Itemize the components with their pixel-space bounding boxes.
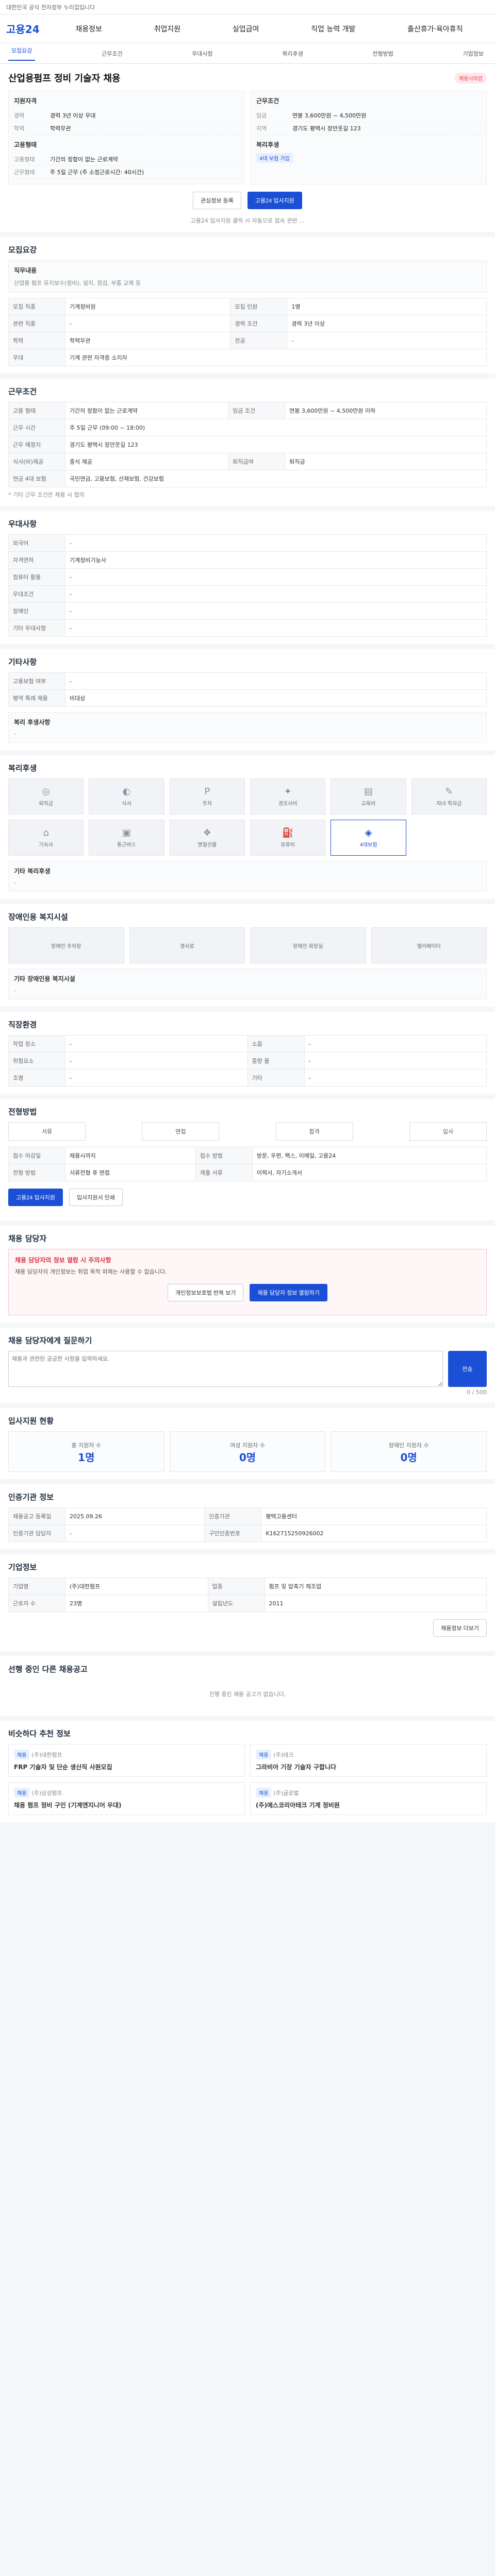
apply-button[interactable]: 고용24 입사지원 bbox=[8, 1189, 63, 1206]
facility-tile: 장애인 주차장 bbox=[8, 927, 124, 963]
manager-section: 채용 담당자 채용 담당자의 정보 열람 시 주의사항 채용 담당자의 개인정보… bbox=[0, 1226, 495, 1323]
save-interest-button[interactable]: 관심정보 등록 bbox=[193, 192, 241, 209]
recruit-table: 모집 직종 기계정비원 모집 인원 1명 관련 직종 - 경력 조건 경력 3년 이상 … bbox=[8, 298, 487, 366]
top-banner: 대한민국 공식 전자정부 누리집입니다 bbox=[0, 0, 495, 14]
meal-icon: ◐ bbox=[122, 786, 131, 797]
recommend-card[interactable]: 채용 (주)테크 그라비아 기장 기술자 구합니다 bbox=[250, 1744, 487, 1777]
facility-tile: 장애인 화장실 bbox=[250, 927, 366, 963]
welfare-tag: 4대 보험 가입 bbox=[256, 153, 293, 163]
work-section: 근무조건 고용 형태 기간의 정함이 없는 근로계약 임금 조건 연봉 3,600만원… bbox=[0, 379, 495, 506]
welfare-tile: ⌂ 기숙사 bbox=[8, 820, 84, 856]
nav-item[interactable]: 채용정보 bbox=[71, 24, 106, 34]
disabled-facility-section: 장애인용 복지시설 장애인 주차장 경사로 장애인 화장실 엘리베이터 기타 장… bbox=[0, 904, 495, 1007]
status-badge: 채용시마감 bbox=[455, 72, 487, 83]
prefer-section: 우대사항 외국어 - 자격면허 기계정비기능사 컴퓨터 활용 - 우대조건 - 장애인 -… bbox=[0, 511, 495, 644]
site-header: 고용24 채용정보 취업지원 실업급여 직업 능력 개발 출산휴가·육아휴직 bbox=[0, 14, 495, 43]
recommend-section: 비슷하다 추천 정보 채용 (주)대한펌프 FRP 기술자 및 단순 생산직 사원… bbox=[0, 1721, 495, 1822]
condition-card: 근무조건 임금 연봉 3,600만원 ~ 4,500만원 지역 경기도 평택시 장안… bbox=[251, 91, 487, 184]
stat-card: 총 지원자 수 1명 bbox=[8, 1431, 164, 1472]
welfare-tile: ▣ 통근버스 bbox=[89, 820, 164, 856]
other-jobs-section: 선행 중인 다른 채용공고 진행 중인 채용 공고가 없습니다. bbox=[0, 1656, 495, 1716]
tab-welfare[interactable]: 복리후생 bbox=[279, 49, 306, 58]
nav-item[interactable]: 출산휴가·육아휴직 bbox=[403, 24, 467, 34]
privacy-law-button[interactable]: 개인정보보호법 반복 보기 bbox=[168, 1284, 244, 1301]
welfare-tile: ▤ 교육비 bbox=[331, 778, 406, 815]
job-title: 산업용펌프 정비 기술자 채용 bbox=[8, 73, 121, 84]
coin-icon: ◎ bbox=[42, 786, 51, 797]
welfare-tile: ◐ 식사 bbox=[89, 778, 164, 815]
apply-button[interactable]: 고용24 입사지원 bbox=[247, 192, 302, 209]
recommend-card[interactable]: 채용 (주)삼성펌프 채용 펌프 정비 구인 (기계엔지니어 우대) bbox=[8, 1782, 245, 1815]
tab-company[interactable]: 기업정보 bbox=[459, 49, 486, 58]
tab-process[interactable]: 전형방법 bbox=[369, 49, 396, 58]
privacy-alert: 채용 담당자의 정보 열람 시 주의사항 채용 담당자의 개인정보는 취업 목적… bbox=[8, 1249, 487, 1315]
facility-tile: 경사로 bbox=[129, 927, 245, 963]
question-section: 채용 담당자에게 질문하기 전송 0 / 500 bbox=[0, 1328, 495, 1403]
tab-recruit[interactable]: 모집요강 bbox=[8, 46, 36, 61]
process-steps: 서류 면접 합격 입사 bbox=[8, 1122, 487, 1141]
welfare-tile: ⛽ 유류비 bbox=[250, 820, 326, 856]
nav-item[interactable]: 실업급여 bbox=[228, 24, 263, 34]
gift-icon: ✦ bbox=[284, 786, 292, 797]
etc-section: 기타사항 고용보험 여부 - 병역 특례 채용 비대상 복리 후생사항 - bbox=[0, 649, 495, 750]
present-icon: ❖ bbox=[203, 827, 211, 838]
view-manager-button[interactable]: 채용 담당자 정보 열람하기 bbox=[250, 1284, 327, 1301]
house-icon: ⌂ bbox=[43, 827, 49, 838]
welfare-section: 복리후생 ◎ 퇴직금 ◐ 식사 P 주차 ✦ 경조사비 ▤ 교육비 ✎ 자녀 학자금 ⌂ 기숙… bbox=[0, 755, 495, 899]
parking-icon: P bbox=[204, 786, 210, 797]
process-step: 입사 bbox=[409, 1122, 487, 1141]
recommend-card[interactable]: 채용 (주)대한펌프 FRP 기술자 및 단순 생산직 사원모집 bbox=[8, 1744, 245, 1777]
more-jobs-button[interactable]: 채용정보 더보기 bbox=[433, 1619, 487, 1637]
welfare-tile: ✎ 자녀 학자금 bbox=[411, 778, 487, 815]
applicant-stats-section: 입사지원 현황 총 지원자 수 1명 여성 지원자 수 0명 장애인 지원자 수 0명 bbox=[0, 1408, 495, 1479]
job-summary: 산업용펌프 정비 기술자 채용 채용시마감 지원자격 경력 경력 3년 이상 우대… bbox=[0, 64, 495, 232]
workplace-section: 직장환경 작업 장소 - 소음 - 위험요소 - 중량 물- 조명 - 기타 - bbox=[0, 1012, 495, 1094]
bus-icon: ▣ bbox=[122, 827, 131, 838]
print-button[interactable]: 입사지원서 인쇄 bbox=[69, 1189, 123, 1206]
welfare-tile: P 주차 bbox=[169, 778, 245, 815]
fuel-icon: ⛽ bbox=[282, 827, 294, 838]
recruit-section: 모집요강 직무내용 산업용 펌프 유지보수(정비), 설치, 점검, 부품 교체… bbox=[0, 237, 495, 374]
question-input[interactable] bbox=[8, 1351, 443, 1387]
stat-card: 장애인 지원자 수 0명 bbox=[331, 1431, 487, 1472]
nav-item[interactable]: 취업지원 bbox=[150, 24, 185, 34]
welfare-tile: ✦ 경조사비 bbox=[250, 778, 326, 815]
work-table: 고용 형태 기간의 정함이 없는 근로계약 임금 조건 연봉 3,600만원 ~ 4,… bbox=[8, 402, 487, 487]
company-section: 기업정보 기업명 (주)대한펌프 업종 펌프 및 압축기 제조업 근로자 수 23명 설립… bbox=[0, 1554, 495, 1651]
recommend-card[interactable]: 채용 (주)글로벌 (주)에스코리아테크 기계 정비원 bbox=[250, 1782, 487, 1815]
school-icon: ✎ bbox=[445, 786, 453, 797]
auth-section: 인증기관 정보 채용공고 등록일 2025.09.26 인증기관 평택고용센터 인증기… bbox=[0, 1484, 495, 1549]
welfare-tile: ◎ 퇴직금 bbox=[8, 778, 84, 815]
process-step: 서류 bbox=[8, 1122, 86, 1141]
nav-item[interactable]: 직업 능력 개발 bbox=[307, 24, 359, 34]
facility-tile: 엘리베이터 bbox=[371, 927, 487, 963]
stat-card: 여성 지원자 수 0명 bbox=[169, 1431, 326, 1472]
process-step: 합격 bbox=[275, 1122, 353, 1141]
send-button[interactable]: 전송 bbox=[448, 1351, 487, 1387]
section-tabs: 모집요강 근무조건 우대사항 복리후생 전형방법 기업정보 bbox=[0, 43, 495, 64]
welfare-tile: ◈ 4대보험 bbox=[331, 820, 406, 856]
main-nav: 채용정보 취업지원 실업급여 직업 능력 개발 출산휴가·육아휴직 bbox=[50, 24, 489, 34]
book-icon: ▤ bbox=[364, 786, 373, 797]
tab-work[interactable]: 근무조건 bbox=[98, 49, 125, 58]
process-section: 전형방법 서류 면접 합격 입사 접수 마감일 채용시까지 접수 방법 방문, 우편,… bbox=[0, 1099, 495, 1221]
welfare-tile: ❖ 명절선물 bbox=[169, 820, 245, 856]
process-step: 면접 bbox=[142, 1122, 220, 1141]
site-logo[interactable]: 고용24 bbox=[6, 21, 50, 36]
tab-prefer[interactable]: 우대사항 bbox=[189, 49, 216, 58]
qualification-card: 지원자격 경력 경력 3년 이상 우대 학력 학력무관 고용형태 고용형태 기간의 정… bbox=[8, 91, 244, 184]
shield-icon: ◈ bbox=[365, 827, 372, 838]
